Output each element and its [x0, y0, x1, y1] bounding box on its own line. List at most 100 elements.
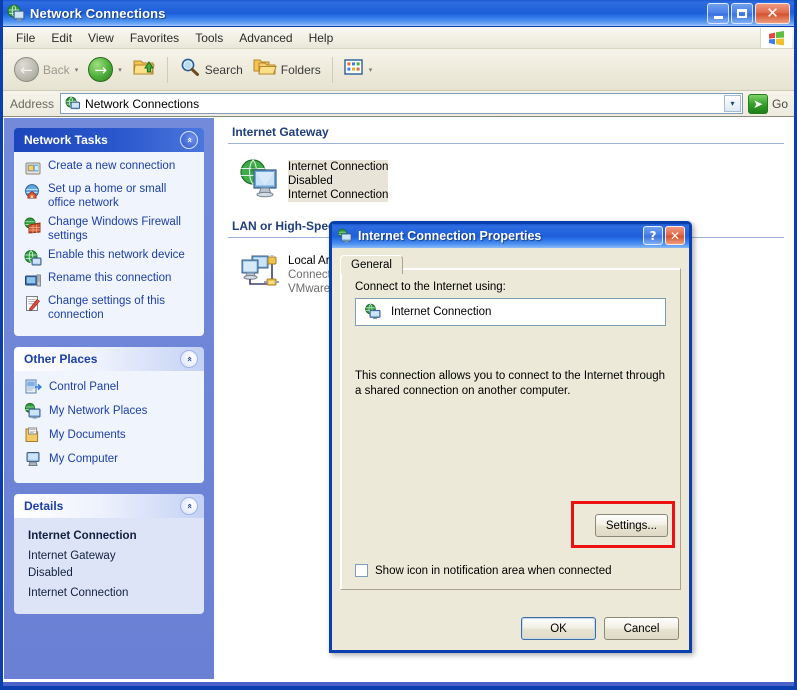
chevron-up-icon[interactable]: « [180, 350, 198, 368]
window-controls: ✕ [707, 3, 790, 24]
search-icon [179, 57, 201, 82]
panel-details-title: Details [24, 499, 64, 513]
internet-gateway-icon [238, 156, 282, 200]
sidebar-item-enable-network-device[interactable]: Enable this network device [24, 248, 196, 266]
up-button[interactable] [127, 53, 161, 87]
dialog-close-button[interactable]: ✕ [665, 226, 685, 245]
address-text[interactable]: Network Connections [85, 97, 199, 111]
forward-arrow-icon: → [88, 57, 114, 82]
group-divider [228, 143, 784, 144]
lan-connection-icon [238, 250, 282, 294]
address-label: Address [10, 96, 55, 111]
sidebar-item-setup-home-network[interactable]: Set up a home or small office network [24, 182, 196, 210]
settings-highlight-annotation [570, 501, 675, 548]
back-label: Back [43, 62, 70, 77]
menu-favorites[interactable]: Favorites [122, 29, 187, 47]
panel-details-body: Internet Connection Internet Gateway Dis… [14, 518, 204, 614]
internet-connection-properties-dialog: Internet Connection Properties ? ✕ Gener… [329, 221, 692, 653]
cancel-button[interactable]: Cancel [604, 617, 679, 640]
menu-advanced[interactable]: Advanced [231, 29, 300, 47]
folders-button[interactable]: Folders [248, 53, 326, 87]
window-bottom-strip [3, 682, 794, 686]
sidebar-item-label: Enable this network device [48, 249, 185, 261]
search-label: Search [204, 62, 243, 77]
sidebar-item-label: Rename this connection [48, 272, 172, 284]
minimize-icon [713, 15, 723, 19]
connection-device-box[interactable]: Internet Connection [355, 298, 666, 326]
show-icon-checkbox[interactable] [355, 564, 368, 577]
views-icon [344, 58, 364, 81]
close-button[interactable]: ✕ [755, 3, 790, 24]
minimize-button[interactable] [707, 3, 729, 24]
menu-help[interactable]: Help [301, 29, 342, 47]
dialog-general-pane: Connect to the Internet using: Internet … [340, 268, 681, 590]
views-button[interactable]: ▾ [339, 53, 378, 87]
details-connection-device: Internet Connection [28, 587, 129, 599]
sidebar-item-my-computer[interactable]: My Computer [24, 450, 196, 468]
tab-general[interactable]: General [340, 255, 403, 274]
panel-network-tasks-header[interactable]: Network Tasks « [14, 128, 204, 152]
menu-edit[interactable]: Edit [43, 29, 80, 47]
panel-details-header[interactable]: Details « [14, 494, 204, 518]
network-globe-icon [7, 4, 25, 22]
show-icon-checkbox-row[interactable]: Show icon in notification area when conn… [355, 564, 612, 577]
go-button[interactable]: ➤ Go [746, 93, 794, 114]
dialog-footer: OK Cancel [521, 617, 679, 640]
close-icon: ✕ [766, 4, 779, 22]
network-connections-window: Network Connections ✕ File Edit View Fav… [0, 0, 797, 690]
go-arrow-icon: ➤ [747, 93, 768, 114]
dialog-tab-strip: General [332, 248, 689, 274]
sidebar-item-create-new-connection[interactable]: Create a new connection [24, 159, 196, 177]
back-dropdown-icon[interactable]: ▾ [75, 66, 79, 74]
up-folder-icon [132, 56, 156, 83]
sidebar-item-label: Control Panel [49, 381, 119, 393]
maximize-button[interactable] [731, 3, 753, 24]
toolbar-divider [166, 56, 168, 83]
back-button[interactable]: ← Back ▾ [9, 53, 83, 87]
panel-details: Details « Internet Connection Internet G… [14, 494, 204, 614]
address-dropdown-icon[interactable]: ▾ [723, 95, 741, 112]
go-label: Go [771, 96, 788, 111]
menu-tools[interactable]: Tools [187, 29, 231, 47]
network-places-icon [24, 402, 42, 420]
address-bar: Address Network Connections ▾ ➤ Go [3, 91, 794, 117]
connect-using-label: Connect to the Internet using: [355, 281, 506, 293]
sidebar-item-change-connection-settings[interactable]: Change settings of this connection [24, 294, 196, 322]
maximize-icon [737, 9, 747, 18]
documents-icon [24, 426, 42, 444]
panel-other-places-body: Control Panel My Network Places My Docum… [14, 371, 204, 483]
dialog-title: Internet Connection Properties [358, 229, 542, 243]
window-title: Network Connections [30, 5, 166, 21]
chevron-up-icon[interactable]: « [180, 131, 198, 149]
ok-button[interactable]: OK [521, 617, 596, 640]
menu-file[interactable]: File [8, 29, 43, 47]
globe-icon [24, 249, 42, 267]
panel-network-tasks-body: Create a new connection Set up a home or [14, 152, 204, 336]
connection-device-name: Internet Connection [391, 306, 492, 318]
sidebar-item-control-panel[interactable]: Control Panel [24, 378, 196, 396]
sidebar-item-change-firewall-settings[interactable]: Change Windows Firewall settings [24, 215, 196, 243]
search-button[interactable]: Search [174, 53, 248, 87]
panel-other-places: Other Places « Control Panel My Network … [14, 347, 204, 483]
views-dropdown-icon[interactable]: ▾ [369, 66, 373, 74]
sidebar-item-rename-connection[interactable]: Rename this connection [24, 271, 196, 289]
sidebar-item-my-network-places[interactable]: My Network Places [24, 402, 196, 420]
chevron-up-icon[interactable]: « [180, 497, 198, 515]
connection-item-internet-connection[interactable]: Internet Connection Disabled Internet Co… [228, 150, 784, 202]
panel-other-places-header[interactable]: Other Places « [14, 347, 204, 371]
forward-dropdown-icon[interactable]: ▾ [118, 66, 122, 74]
sidebar-item-label: My Network Places [49, 405, 148, 417]
forward-button[interactable]: → ▾ [83, 53, 127, 87]
navigation-toolbar: ← Back ▾ → ▾ Search Folders ▾ [3, 49, 794, 91]
details-connection-name: Internet Connection [28, 530, 137, 542]
window-title-bar: Network Connections ✕ [3, 0, 794, 27]
help-button[interactable]: ? [643, 226, 663, 245]
address-input[interactable]: Network Connections ▾ [60, 93, 743, 114]
sidebar-item-label: My Computer [49, 453, 119, 465]
group-internet-gateway: Internet Gateway Internet Connection Dis… [228, 124, 784, 202]
task-pane-sidebar: Network Tasks « Create a new connection … [3, 118, 215, 680]
control-panel-icon [24, 378, 42, 396]
panel-network-tasks: Network Tasks « Create a new connection … [14, 128, 204, 336]
sidebar-item-my-documents[interactable]: My Documents [24, 426, 196, 444]
menu-view[interactable]: View [80, 29, 122, 47]
